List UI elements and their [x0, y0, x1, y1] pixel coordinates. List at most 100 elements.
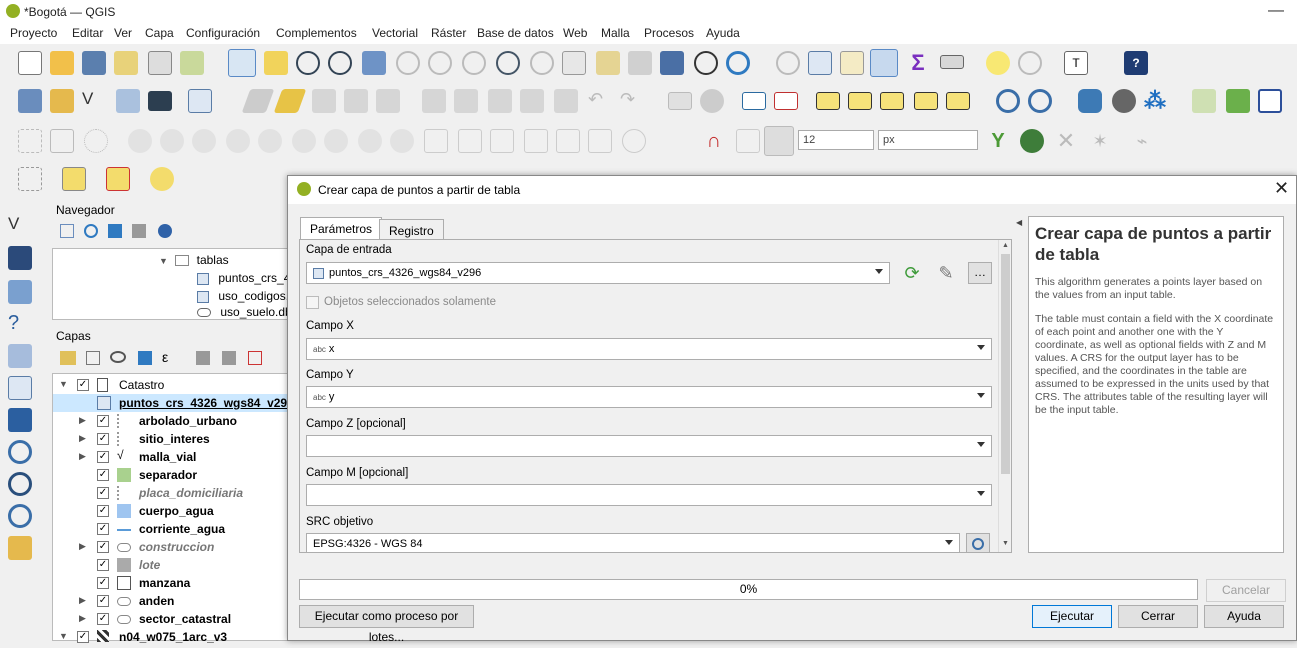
menu-vectorial[interactable]: Vectorial	[372, 26, 418, 40]
tree-item[interactable]: puntos_crs_4	[197, 271, 290, 285]
add-wms-icon[interactable]	[996, 89, 1020, 113]
add-postgis-icon[interactable]	[8, 536, 32, 560]
change-label-icon[interactable]	[946, 92, 970, 110]
snapping-vertex-icon[interactable]	[764, 126, 794, 156]
m-field-select[interactable]	[306, 484, 992, 506]
expand-arrow-icon[interactable]: ▶	[79, 415, 86, 426]
data-source-manager-icon[interactable]	[18, 89, 42, 113]
expand-arrow-icon[interactable]: ▶	[79, 433, 86, 444]
topological-editing-icon[interactable]: Y	[986, 129, 1010, 153]
collapse-arrow-icon[interactable]: ▼	[59, 631, 68, 641]
save-as-icon[interactable]	[114, 51, 138, 75]
pin-labels-icon[interactable]	[816, 92, 840, 110]
pan-map-icon[interactable]	[228, 49, 256, 77]
self-snap-icon[interactable]: ⌁	[1130, 129, 1154, 153]
wrench-icon[interactable]: ✎	[934, 262, 958, 284]
menu-configuracion[interactable]: Configuración	[186, 26, 260, 40]
layer-visibility-checkbox[interactable]: ✓	[97, 595, 109, 607]
properties-icon[interactable]	[158, 224, 172, 238]
form-scrollbar[interactable]: ▲ ▼	[998, 240, 1011, 552]
map-tips-icon[interactable]	[986, 51, 1010, 75]
network-icon[interactable]: ⁂	[1144, 90, 1168, 112]
refresh-icon[interactable]	[726, 51, 750, 75]
cut-features-icon[interactable]	[488, 89, 512, 113]
filter-expression-icon[interactable]: ε	[162, 349, 168, 365]
refresh-plugins-icon[interactable]	[1226, 89, 1250, 113]
dialog-close-button[interactable]: ✕	[1274, 178, 1289, 199]
new-shapefile-icon[interactable]: V	[8, 214, 32, 238]
zoom-native-icon[interactable]	[462, 51, 486, 75]
snap-tolerance-spinbox[interactable]: 12	[798, 130, 874, 150]
zoom-selection-icon[interactable]	[396, 51, 420, 75]
layer-visibility-checkbox[interactable]: ✓	[97, 487, 109, 499]
zoom-full-icon[interactable]	[362, 51, 386, 75]
new-mesh-icon[interactable]	[8, 246, 32, 270]
advanced-digitize-3-icon[interactable]	[84, 129, 108, 153]
menu-ayuda[interactable]: Ayuda	[706, 26, 740, 40]
menu-ver[interactable]: Ver	[114, 26, 132, 40]
collapse-all-layers-icon[interactable]	[222, 351, 236, 365]
filter-browser-icon[interactable]	[108, 224, 122, 238]
tab-registro[interactable]: Registro	[379, 219, 444, 241]
advanced-digitize-7-icon[interactable]	[226, 129, 250, 153]
batch-process-button[interactable]: Ejecutar como proceso por lotes...	[299, 605, 474, 644]
add-group-icon[interactable]	[86, 351, 100, 365]
zoom-next-icon[interactable]	[530, 51, 554, 75]
help-button[interactable]: Ayuda	[1204, 605, 1284, 628]
statistics-sum-icon[interactable]: Σ	[906, 51, 930, 75]
select-by-value-icon[interactable]	[62, 167, 86, 191]
delete-selected-icon[interactable]	[454, 89, 478, 113]
add-feature-icon[interactable]	[344, 89, 368, 113]
collapse-help-icon[interactable]: ◀	[1016, 218, 1022, 227]
advanced-digitize-18-icon[interactable]	[588, 129, 612, 153]
advanced-digitize-4-icon[interactable]	[128, 129, 152, 153]
bookmark-icon[interactable]	[628, 51, 652, 75]
add-wcs-icon[interactable]	[8, 440, 32, 464]
z-field-select[interactable]	[306, 435, 992, 457]
crs-select-button[interactable]	[966, 533, 990, 552]
new-geopackage-icon[interactable]	[50, 89, 74, 113]
menu-editar[interactable]: Editar	[72, 26, 103, 40]
add-wfs-icon[interactable]	[1028, 89, 1052, 113]
visibility-icon[interactable]	[110, 351, 126, 363]
menu-base-de-datos[interactable]: Base de datos	[477, 26, 554, 40]
layer-visibility-checkbox[interactable]: ✓	[97, 433, 109, 445]
add-raster-icon[interactable]	[148, 91, 172, 111]
new-map-view-icon[interactable]	[562, 51, 586, 75]
add-spatialite-icon[interactable]	[8, 344, 32, 368]
zoom-last-icon[interactable]	[496, 51, 520, 75]
modify-attributes-icon[interactable]	[422, 89, 446, 113]
expand-arrow-icon[interactable]: ▶	[79, 541, 86, 552]
y-field-select[interactable]: abc y	[306, 386, 992, 408]
advanced-digitize-10-icon[interactable]	[324, 129, 348, 153]
attribute-table-icon[interactable]	[808, 51, 832, 75]
advanced-digitize-11-icon[interactable]	[358, 129, 382, 153]
input-layer-select[interactable]: puntos_crs_4326_wgs84_v296	[306, 262, 890, 284]
expand-all-icon[interactable]	[196, 351, 210, 365]
field-calculator-icon[interactable]	[840, 51, 864, 75]
tree-item[interactable]: ▼ tablas	[159, 253, 229, 267]
current-edits-icon[interactable]	[241, 89, 275, 113]
advanced-digitize-8-icon[interactable]	[258, 129, 282, 153]
expand-arrow-icon[interactable]: ▶	[79, 595, 86, 606]
label-settings-icon[interactable]	[774, 92, 798, 110]
processing-toolbox-icon[interactable]	[870, 49, 898, 77]
rotate-label-icon[interactable]	[914, 92, 938, 110]
zoom-out-icon[interactable]	[328, 51, 352, 75]
advanced-digitize-5-icon[interactable]	[160, 129, 184, 153]
layer-visibility-checkbox[interactable]: ✓	[97, 541, 109, 553]
save-edits-icon[interactable]	[312, 89, 336, 113]
redo-icon[interactable]: ↷	[620, 89, 644, 113]
locator-icon[interactable]	[1018, 51, 1042, 75]
temporal-controller-icon[interactable]	[694, 51, 718, 75]
reproject-icon[interactable]	[1258, 89, 1282, 113]
intersection-snap-icon[interactable]: ✕	[1054, 129, 1078, 153]
menu-malla[interactable]: Malla	[601, 26, 630, 40]
tab-parametros[interactable]: Parámetros	[300, 217, 383, 241]
add-oracle-icon[interactable]	[8, 408, 32, 432]
new-project-icon[interactable]	[18, 51, 42, 75]
snap-unit-select[interactable]: px	[878, 130, 978, 150]
menu-web[interactable]: Web	[563, 26, 587, 40]
snapping-magnet-icon[interactable]: ∩	[702, 129, 726, 153]
expand-arrow-icon[interactable]: ▶	[79, 451, 86, 462]
